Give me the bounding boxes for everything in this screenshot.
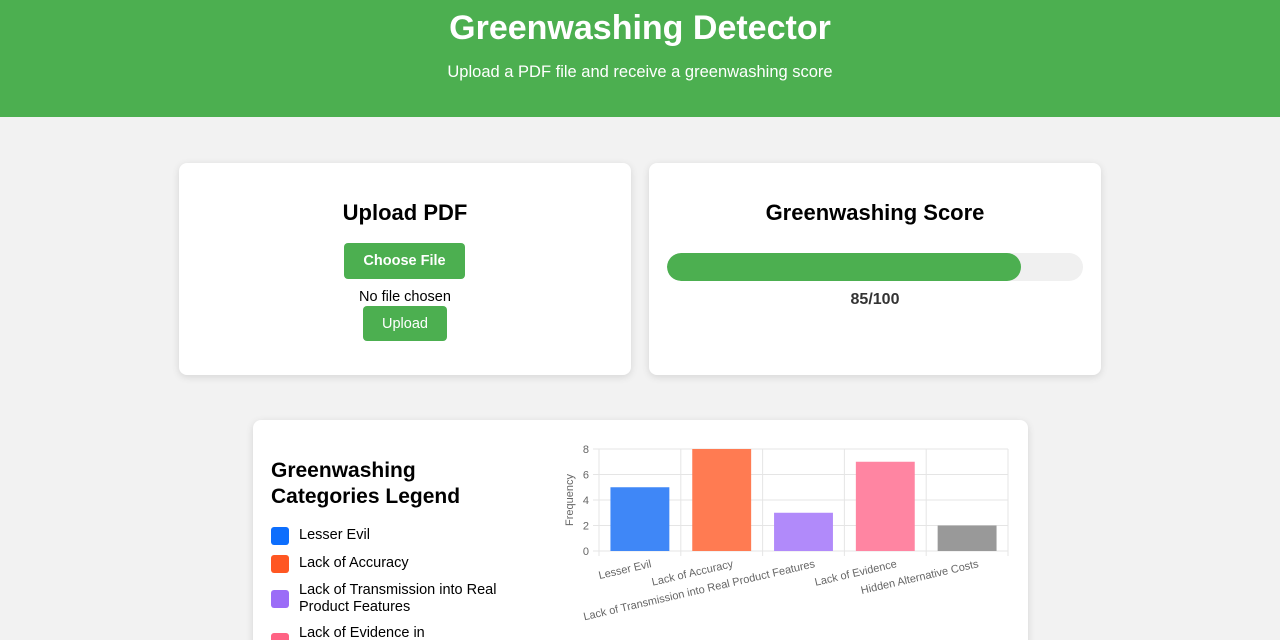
- legend-swatch: [271, 633, 289, 640]
- file-status-text: No file chosen: [359, 289, 451, 305]
- categories-card: Greenwashing Categories Legend Lesser Ev…: [253, 420, 1028, 640]
- app-subtitle: Upload a PDF file and receive a greenwas…: [447, 63, 833, 81]
- score-card-title: Greenwashing Score: [765, 200, 985, 225]
- upload-card-title: Upload PDF: [342, 200, 468, 225]
- bar[interactable]: [610, 487, 670, 551]
- bar[interactable]: [937, 525, 997, 552]
- categories-bar-chart: 02468FrequencyLesser EvilLack of Accurac…: [564, 444, 1009, 623]
- legend-swatch: [271, 527, 289, 545]
- y-tick-label: 2: [583, 521, 589, 533]
- score-card: Greenwashing Score 85/100: [649, 163, 1101, 375]
- y-tick-label: 0: [583, 546, 589, 558]
- upload-card: Upload PDF Choose File No file chosen Up…: [179, 163, 631, 375]
- bar[interactable]: [774, 512, 833, 551]
- bar[interactable]: [855, 461, 915, 551]
- y-tick-label: 4: [583, 495, 589, 507]
- y-axis-title: Frequency: [564, 474, 576, 526]
- legend-swatch: [271, 555, 289, 573]
- y-tick-label: 8: [583, 444, 589, 456]
- legend-swatch: [271, 590, 289, 608]
- page-header: Greenwashing Detector Upload a PDF file …: [0, 0, 1280, 117]
- y-tick-label: 6: [583, 470, 589, 482]
- app-title: Greenwashing Detector: [449, 9, 831, 47]
- choose-file-button[interactable]: Choose File: [344, 243, 465, 279]
- score-progress-fill: [667, 253, 1021, 281]
- score-value: 85/100: [850, 291, 900, 308]
- x-tick-label: Lesser Evil: [597, 558, 652, 582]
- score-progress-bar: [667, 253, 1083, 281]
- legend-item-label: Lack of Accuracy: [299, 555, 409, 571]
- legend-item-label: Lesser Evil: [299, 527, 370, 543]
- upload-button[interactable]: Upload: [363, 306, 447, 341]
- legend-item-label: Lack of Evidence in: [299, 625, 425, 640]
- legend-item-label: Lack of Transmission into Real Product F…: [299, 582, 497, 615]
- legend-title: Greenwashing Categories Legend: [271, 459, 461, 508]
- bar[interactable]: [692, 449, 752, 551]
